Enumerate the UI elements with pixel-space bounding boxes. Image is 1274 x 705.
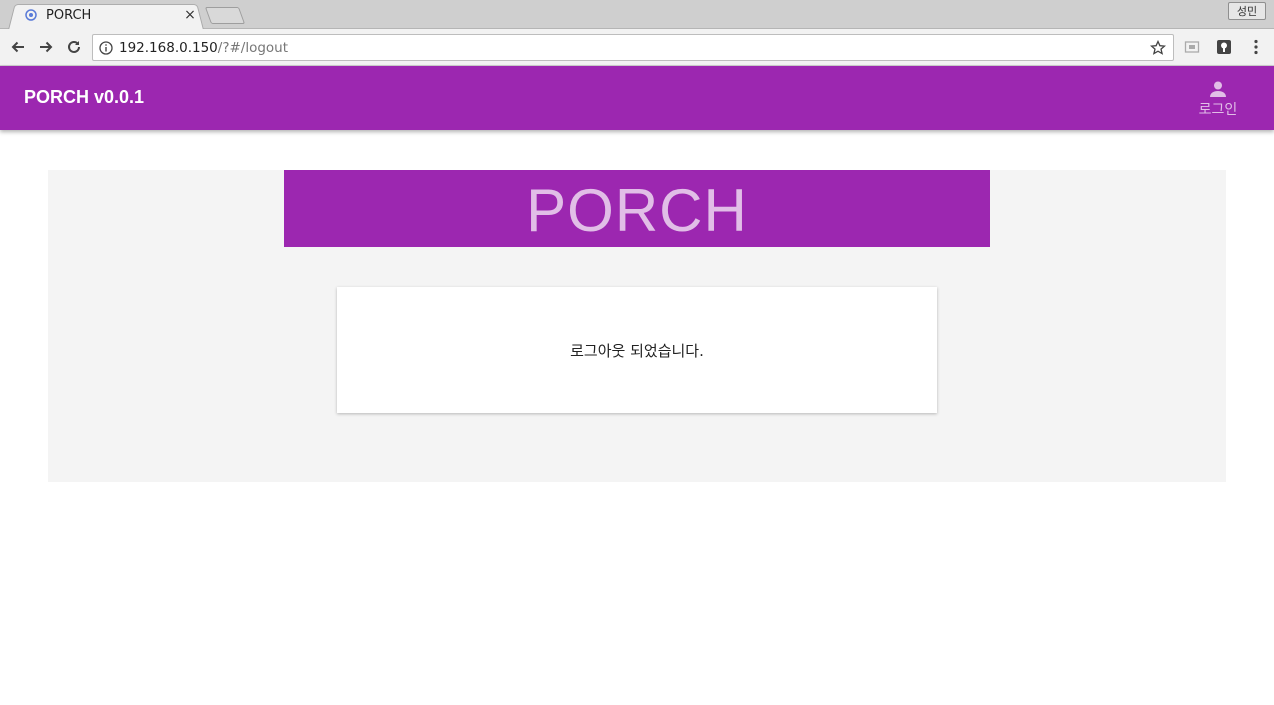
banner-text: PORCH [526, 177, 748, 244]
kebab-menu-icon[interactable] [1247, 38, 1265, 56]
extension-icon[interactable] [1215, 38, 1233, 56]
browser-tab-strip: PORCH × 성민 [0, 0, 1274, 30]
content-panel: PORCH 로그아웃 되었습니다. [48, 170, 1226, 482]
login-label: 로그인 [1198, 102, 1238, 118]
url-text[interactable]: 192.168.0.150/?#/logout [119, 40, 288, 56]
tab-close-icon[interactable]: × [182, 7, 198, 23]
person-icon [1207, 78, 1229, 100]
app-title: PORCH v0.0.1 [24, 87, 145, 107]
bookmark-star-icon[interactable] [1149, 39, 1167, 57]
tab-title: PORCH [46, 7, 92, 23]
login-button[interactable]: 로그인 [1192, 78, 1244, 120]
url-host: 192.168.0.150 [119, 40, 218, 56]
browser-toolbar: 192.168.0.150/?#/logout [0, 29, 1274, 66]
address-bar[interactable]: 192.168.0.150/?#/logout [92, 34, 1174, 61]
forward-icon[interactable] [36, 37, 56, 57]
back-icon[interactable] [8, 37, 28, 57]
logout-message: 로그아웃 되었습니다. [570, 341, 704, 360]
cast-icon[interactable] [1183, 38, 1201, 56]
favicon-icon [24, 8, 38, 22]
logout-message-card: 로그아웃 되었습니다. [337, 287, 937, 413]
browser-tab-content[interactable]: PORCH × [18, 4, 198, 26]
porch-banner: PORCH [284, 170, 990, 247]
new-tab-button[interactable] [204, 7, 246, 24]
url-path: /?#/logout [217, 40, 289, 56]
profile-button[interactable]: 성민 [1228, 2, 1266, 20]
app-bar: PORCH v0.0.1 로그인 [0, 66, 1274, 130]
reload-icon[interactable] [64, 37, 84, 57]
info-icon[interactable] [98, 40, 114, 56]
